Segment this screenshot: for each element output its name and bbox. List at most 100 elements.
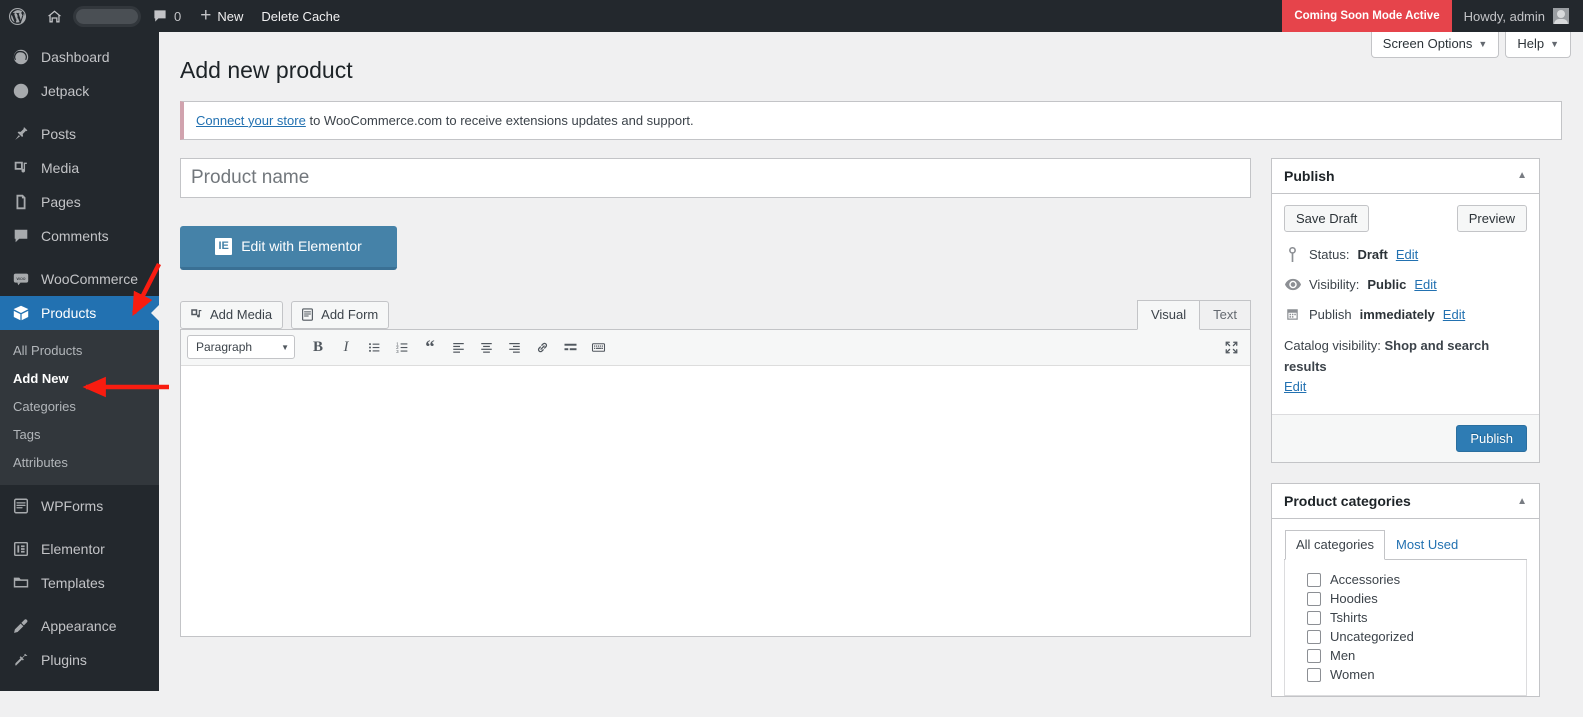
sidebar-item-media[interactable]: Media (0, 151, 159, 185)
visibility-prefix: Visibility: (1309, 276, 1360, 292)
coming-soon-badge[interactable]: Coming Soon Mode Active (1282, 0, 1452, 32)
product-categories-title: Product categories (1284, 493, 1411, 510)
edit-with-elementor-button[interactable]: IE Edit with Elementor (180, 225, 397, 270)
wpforms-icon (11, 496, 31, 516)
sidebar-item-elementor[interactable]: Elementor (0, 532, 159, 566)
list-item[interactable]: Tshirts (1285, 608, 1526, 627)
plug-icon (11, 650, 31, 670)
read-more-icon[interactable] (557, 334, 583, 360)
help-label: Help (1517, 36, 1545, 51)
sidebar-item-label: Pages (41, 194, 81, 210)
list-item[interactable]: Hoodies (1285, 589, 1526, 608)
add-media-button[interactable]: Add Media (180, 300, 284, 329)
sidebar-item-appearance[interactable]: Appearance (0, 609, 159, 643)
wordpress-logo-icon[interactable] (0, 0, 37, 32)
page-title: Add new product (180, 57, 353, 83)
sidebar-item-posts[interactable]: Posts (0, 117, 159, 151)
checkbox-icon[interactable] (1307, 648, 1321, 663)
checkbox-icon[interactable] (1307, 572, 1321, 587)
checkbox-icon[interactable] (1307, 667, 1321, 682)
sidebar-item-pages[interactable]: Pages (0, 185, 159, 219)
checkbox-icon[interactable] (1307, 610, 1321, 625)
category-label: Uncategorized (1330, 629, 1414, 645)
visibility-row: Visibility: Public Edit (1284, 277, 1527, 292)
site-name-redacted[interactable] (76, 8, 138, 24)
plus-icon: + (200, 5, 212, 26)
align-right-icon[interactable] (501, 334, 527, 360)
media-icon (11, 158, 31, 178)
comment-bubble-icon (154, 10, 166, 22)
preview-button[interactable]: Preview (1456, 204, 1527, 232)
svg-text:woo: woo (16, 277, 25, 282)
sidebar-item-products[interactable]: Products (0, 296, 159, 330)
sidebar-item-comments[interactable]: Comments (0, 219, 159, 253)
product-name-field[interactable]: Product name (180, 157, 1251, 198)
screen-meta-links: Screen Options ▼ Help ▼ (1370, 32, 1571, 58)
chevron-up-icon[interactable]: ▲ (1517, 496, 1527, 507)
bulleted-list-icon[interactable] (361, 334, 387, 360)
sidebar-item-plugins[interactable]: Plugins (0, 643, 159, 677)
sidebar-item-label: WPForms (41, 498, 104, 514)
visibility-edit-link[interactable]: Edit (1414, 277, 1436, 292)
home-icon[interactable] (37, 0, 72, 32)
list-item[interactable]: Women (1285, 665, 1526, 684)
submenu-item-tags[interactable]: Tags (0, 421, 159, 449)
sidebar-item-jetpack[interactable]: Jetpack (0, 74, 159, 108)
main-content: Screen Options ▼ Help ▼ Add new product … (159, 32, 1583, 698)
paragraph-format-select[interactable]: Paragraph ▼ (187, 335, 295, 360)
bold-icon[interactable]: B (305, 334, 331, 360)
schedule-value: immediately (1359, 306, 1435, 322)
tab-text[interactable]: Text (1200, 299, 1251, 330)
fullscreen-icon[interactable] (1218, 334, 1244, 360)
align-left-icon[interactable] (445, 334, 471, 360)
tab-most-used[interactable]: Most Used (1385, 530, 1469, 560)
list-item[interactable]: Accessories (1285, 570, 1526, 589)
editor-container: Paragraph ▼ B I 123 “ (180, 328, 1251, 637)
pin-marker-icon (1284, 246, 1301, 262)
editor-body[interactable] (181, 365, 1250, 636)
account-menu[interactable]: Howdy, admin (1452, 8, 1583, 24)
status-value: Draft (1357, 246, 1388, 262)
align-center-icon[interactable] (473, 334, 499, 360)
chevron-down-icon: ▼ (1478, 38, 1488, 49)
tab-all-categories[interactable]: All categories (1285, 530, 1386, 561)
add-form-button[interactable]: Add Form (291, 300, 390, 329)
sidebar-item-wpforms[interactable]: WPForms (0, 489, 159, 523)
sidebar-item-label: Jetpack (41, 83, 90, 99)
connect-your-store-link[interactable]: Connect your store (196, 113, 306, 128)
status-edit-link[interactable]: Edit (1396, 247, 1418, 262)
publish-button[interactable]: Publish (1456, 425, 1527, 453)
help-button[interactable]: Help ▼ (1505, 32, 1571, 58)
toolbar-toggle-icon[interactable] (585, 334, 611, 360)
product-categories-box: Product categories ▲ All categories Most… (1271, 483, 1540, 698)
submenu-item-all-products[interactable]: All Products (0, 337, 159, 365)
sidebar-item-woocommerce[interactable]: woo WooCommerce (0, 262, 159, 296)
numbered-list-icon[interactable]: 123 (389, 334, 415, 360)
catalog-edit-link[interactable]: Edit (1284, 379, 1306, 394)
blockquote-icon[interactable]: “ (417, 334, 443, 360)
submenu-item-add-new[interactable]: Add New (0, 365, 159, 393)
insert-link-icon[interactable] (529, 334, 555, 360)
new-content-button[interactable]: + New (191, 0, 252, 32)
list-item[interactable]: Uncategorized (1285, 627, 1526, 646)
category-checklist[interactable]: Accessories Hoodies Tshirts Uncategorize… (1284, 560, 1527, 697)
tab-visual[interactable]: Visual (1136, 299, 1201, 330)
chevron-up-icon[interactable]: ▲ (1517, 170, 1527, 181)
screen-options-button[interactable]: Screen Options ▼ (1370, 32, 1500, 58)
checkbox-icon[interactable] (1307, 629, 1321, 644)
delete-cache-button[interactable]: Delete Cache (252, 0, 349, 32)
screen-options-label: Screen Options (1382, 36, 1473, 51)
italic-icon[interactable]: I (333, 334, 359, 360)
sidebar-item-label: Media (41, 160, 80, 176)
comments-admin-bar-item[interactable]: 0 (142, 8, 191, 24)
schedule-edit-link[interactable]: Edit (1443, 307, 1465, 322)
category-label: Men (1330, 648, 1356, 664)
checkbox-icon[interactable] (1307, 591, 1321, 606)
save-draft-button[interactable]: Save Draft (1284, 204, 1370, 232)
list-item[interactable]: Men (1285, 646, 1526, 665)
sidebar-item-dashboard[interactable]: Dashboard (0, 40, 159, 74)
submenu-item-categories[interactable]: Categories (0, 393, 159, 421)
visibility-value: Public (1367, 276, 1407, 292)
sidebar-item-templates[interactable]: Templates (0, 566, 159, 600)
submenu-item-attributes[interactable]: Attributes (0, 449, 159, 477)
